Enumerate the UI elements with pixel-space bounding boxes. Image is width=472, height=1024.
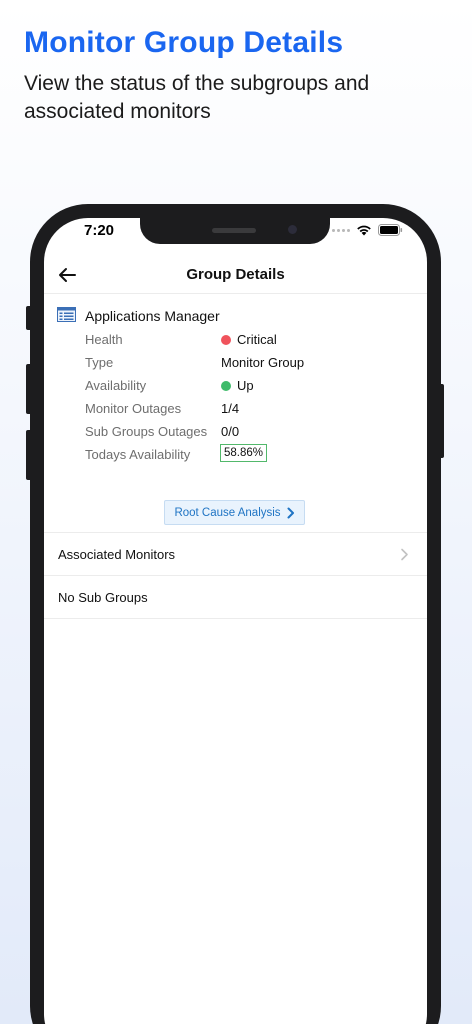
type-label: Type [85,355,114,370]
wifi-icon [357,225,371,236]
phone-notch [140,218,330,244]
type-value: Monitor Group [221,355,305,370]
status-time: 7:20 [84,222,115,239]
associated-monitors-row[interactable]: Associated Monitors [44,533,427,576]
promo-title: Monitor Group Details [24,26,344,59]
sub-groups-label: No Sub Groups [58,590,148,605]
speaker-grille [212,228,256,233]
root-cause-analysis-button[interactable]: Root Cause Analysis [164,500,305,525]
health-value: Critical [221,332,277,347]
table-list-icon [57,307,76,322]
availability-row: Availability Up [85,376,415,396]
root-cause-analysis-label: Root Cause Analysis [174,506,281,519]
chevron-right-icon [401,548,408,561]
health-status-text: Critical [237,332,277,347]
subgroup-outages-label: Sub Groups Outages [85,424,208,439]
todays-availability-row: Todays Availability 58.86% [85,444,415,465]
sub-groups-row: No Sub Groups [44,576,427,619]
health-label: Health [85,332,123,347]
monitor-outages-label: Monitor Outages [85,401,182,416]
subgroup-outages-row: Sub Groups Outages 0/0 [85,422,415,442]
health-row: Health Critical [85,330,415,350]
group-name: Applications Manager [85,308,220,324]
signal-icon [332,228,350,232]
phone-frame: 7:20 Group Details Applications Manager … [30,204,441,1024]
todays-availability-badge: 58.86% [220,444,268,462]
availability-label: Availability [85,378,147,393]
availability-status-text: Up [237,378,254,393]
associated-monitors-label: Associated Monitors [58,547,176,562]
phone-screen: 7:20 Group Details Applications Manager … [44,218,427,1024]
subgroup-outages-value: 0/0 [221,424,240,439]
battery-icon [378,224,403,236]
type-row: Type Monitor Group [85,353,415,373]
critical-status-dot [221,334,231,345]
page-title: Group Details [186,266,285,283]
up-status-dot [221,380,231,391]
monitor-outages-value: 1/4 [221,401,240,416]
front-camera [288,225,297,234]
promo-subtitle: View the status of the subgroups and ass… [24,72,370,123]
chevron-right-icon [287,507,294,518]
monitor-outages-row: Monitor Outages 1/4 [85,399,415,419]
group-summary: Applications Manager Health Critical Typ… [44,295,427,533]
status-icons [332,224,403,236]
availability-value: Up [221,378,254,393]
nav-bar: Group Details [44,258,427,294]
todays-availability-label: Todays Availability [85,447,191,462]
